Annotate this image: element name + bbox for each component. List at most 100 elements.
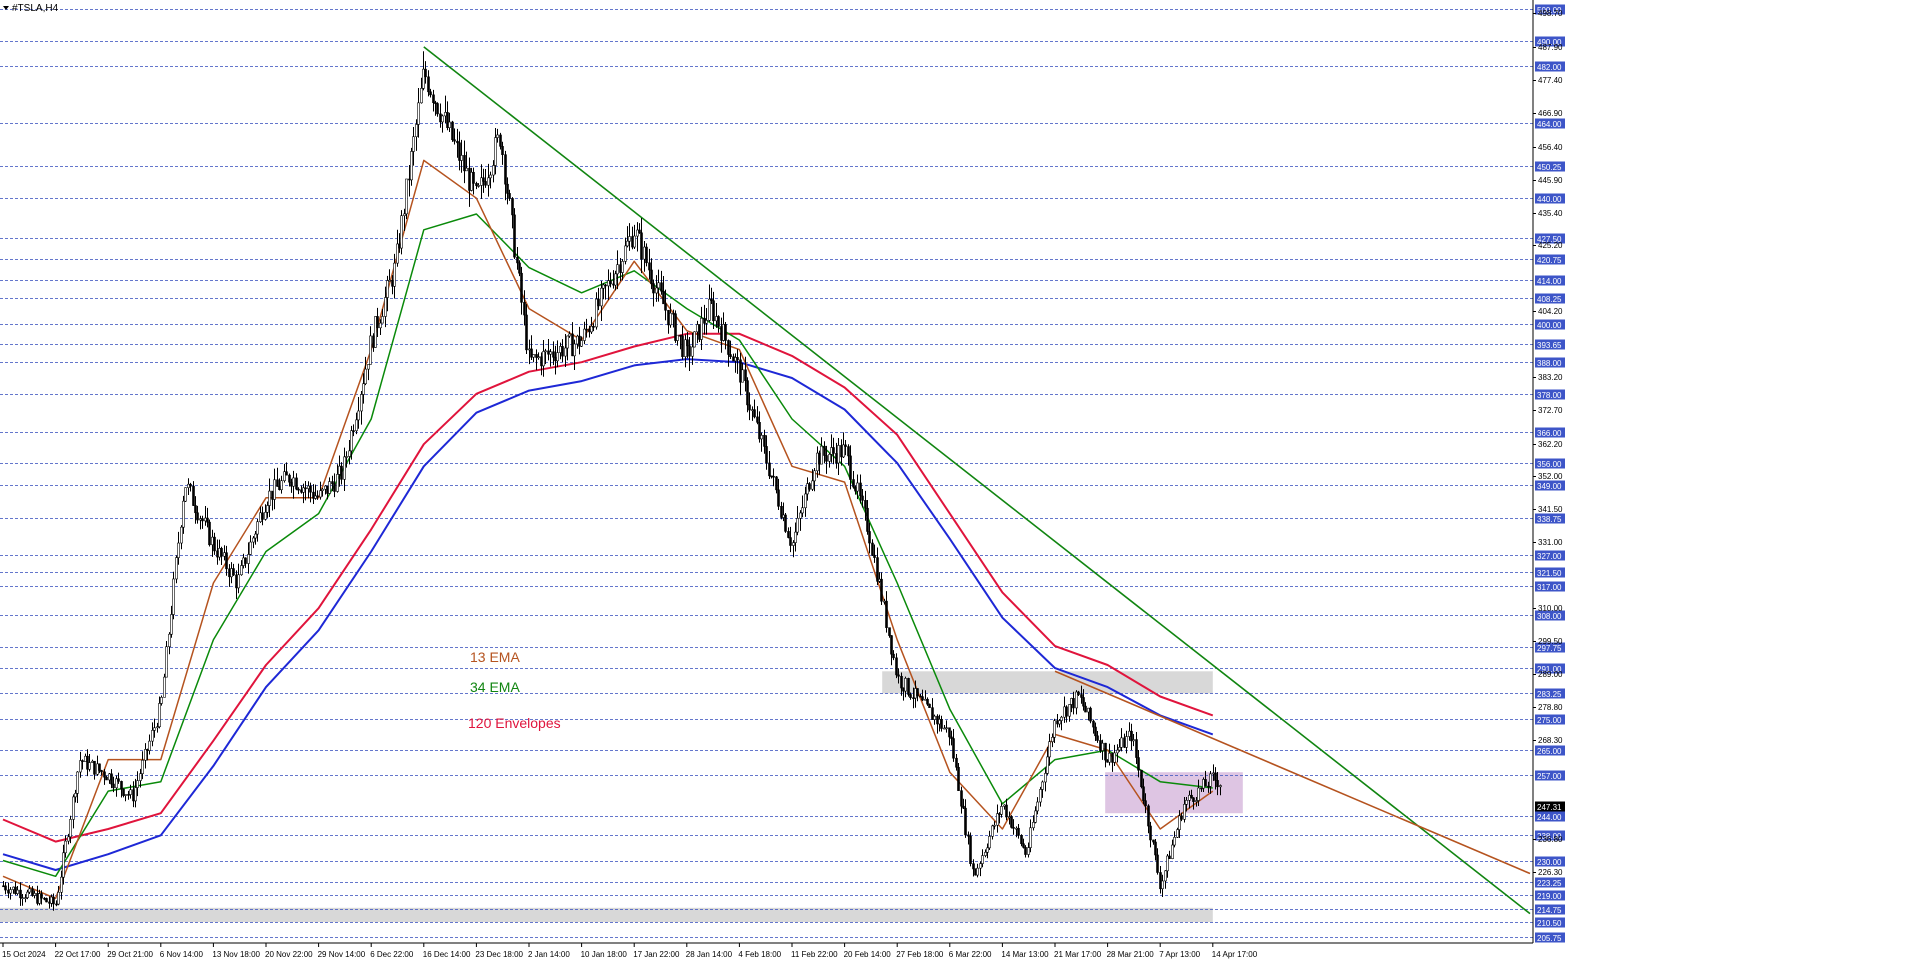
candle-body <box>1166 855 1169 872</box>
candle-body <box>268 490 271 506</box>
candle-body <box>1200 787 1203 790</box>
candle-body <box>789 537 792 546</box>
level-label: 265.00 <box>1537 747 1562 756</box>
candle-body <box>273 479 276 500</box>
price-tick-label: 445.90 <box>1538 176 1563 185</box>
candle-body <box>604 284 607 287</box>
level-label: 400.00 <box>1537 321 1562 330</box>
candle-body <box>813 470 816 482</box>
candle-body <box>523 302 526 316</box>
candle-body <box>292 477 295 487</box>
candle-body <box>916 688 919 697</box>
candle-body <box>609 280 612 285</box>
chevron-down-icon[interactable] <box>3 6 9 11</box>
candle-body <box>799 512 802 519</box>
price-tick-label: 466.90 <box>1538 109 1563 118</box>
price-chart[interactable]: 500.00490.00482.00464.00450.25440.00427.… <box>0 0 1916 963</box>
price-scale-panel[interactable] <box>1533 0 1916 963</box>
candle-body <box>996 813 999 826</box>
price-tick-label: 372.70 <box>1538 406 1563 415</box>
candle-body <box>484 181 487 186</box>
time-tick-label: 11 Feb 22:00 <box>791 950 838 959</box>
candle-body <box>508 193 511 199</box>
candle-body <box>482 177 485 182</box>
candle-body <box>206 517 209 523</box>
candle-body <box>1029 827 1032 848</box>
candle-body <box>873 554 876 558</box>
candle-body <box>741 369 744 383</box>
candle-body <box>100 770 103 773</box>
candle-body <box>861 495 864 501</box>
candle-body <box>1190 794 1193 799</box>
time-tick-label: 20 Feb 14:00 <box>844 950 892 959</box>
candle-body <box>564 347 567 357</box>
candle-body <box>1152 839 1155 843</box>
time-tick-label: 10 Jan 18:00 <box>581 950 628 959</box>
candle-body <box>921 696 924 701</box>
candle-body <box>448 121 451 128</box>
candle-body <box>849 455 852 480</box>
candle-body <box>1176 829 1179 838</box>
candle-body <box>208 521 211 546</box>
candle-body <box>760 434 763 440</box>
level-label: 257.00 <box>1537 772 1562 781</box>
candle-body <box>103 771 106 778</box>
candle-body <box>1082 697 1085 707</box>
candle-body <box>1022 843 1025 848</box>
candle-body <box>792 542 795 546</box>
candle-body <box>1142 786 1145 801</box>
symbol-label: #TSLA,H4 <box>12 3 59 14</box>
candle-body <box>681 335 684 357</box>
candle-body <box>424 68 427 78</box>
candle-body <box>979 863 982 869</box>
candle-body <box>93 760 96 775</box>
candle-body <box>369 335 372 365</box>
candle-body <box>1195 800 1198 802</box>
candle-body <box>693 331 696 348</box>
candle-body <box>367 364 370 370</box>
time-tick-label: 28 Mar 21:00 <box>1107 950 1155 959</box>
candle-body <box>928 703 931 708</box>
candle-body <box>453 139 456 142</box>
candle-body <box>876 557 879 582</box>
level-label: 408.25 <box>1537 295 1562 304</box>
time-tick-label: 23 Dec 18:00 <box>475 950 523 959</box>
candle-body <box>784 514 787 532</box>
candle-body <box>348 450 351 457</box>
candle-body <box>1164 870 1167 882</box>
level-label: 356.00 <box>1537 460 1562 469</box>
candle-body <box>343 456 346 480</box>
time-tick-label: 29 Nov 14:00 <box>318 950 366 959</box>
candle-body <box>336 474 339 492</box>
candle-body <box>1192 797 1195 802</box>
candle-body <box>1060 716 1063 721</box>
candle-body <box>381 316 384 324</box>
candle-body <box>897 674 900 677</box>
candle-body <box>340 465 343 480</box>
candle-body <box>1099 740 1102 751</box>
candle-body <box>940 718 943 729</box>
legend-ema13: 13 EMA <box>470 649 520 665</box>
price-tick-label: 236.80 <box>1538 835 1563 844</box>
candle-body <box>235 574 238 589</box>
candle-body <box>871 542 874 556</box>
price-tick-label: 425.20 <box>1538 241 1563 250</box>
price-tick-label: 310.00 <box>1538 604 1563 613</box>
candle-body <box>727 340 730 355</box>
candle-body <box>1180 815 1183 820</box>
candle-body <box>1171 844 1174 859</box>
candle-body <box>832 447 835 454</box>
candle-body <box>9 889 12 894</box>
candle-body <box>1056 720 1059 725</box>
candle-body <box>1024 847 1027 855</box>
candle-body <box>964 807 967 836</box>
candle-body <box>441 115 444 123</box>
candle-body <box>160 697 163 704</box>
candle-body <box>254 533 257 539</box>
candle-body <box>907 678 910 695</box>
candle-body <box>1214 772 1217 781</box>
candle-body <box>566 335 569 349</box>
candle-body <box>427 76 430 93</box>
candle-body <box>1159 872 1162 890</box>
candle-body <box>700 317 703 340</box>
